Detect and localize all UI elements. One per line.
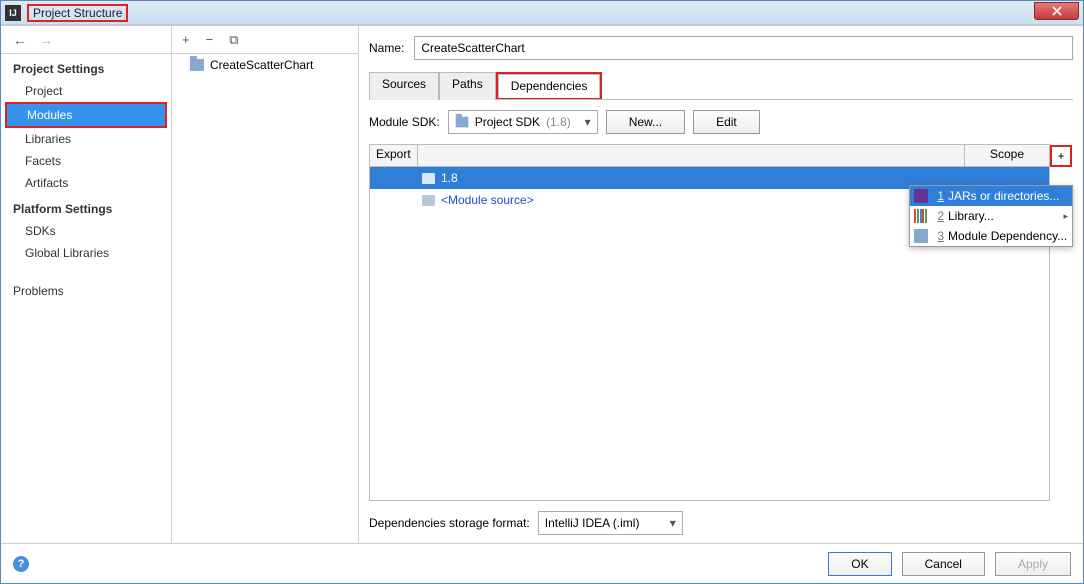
popup-item-label: JARs or directories... <box>948 189 1059 203</box>
add-module-icon[interactable]: + <box>182 32 190 47</box>
close-button[interactable] <box>1034 2 1079 20</box>
col-scope: Scope <box>964 145 1049 166</box>
popup-item-num: 3 <box>932 229 944 243</box>
module-tree-item-label: CreateScatterChart <box>210 58 313 72</box>
sidebar-section-project: Project Settings <box>1 54 171 80</box>
add-dependency-popup: 1 JARs or directories... 2 Library... ▸ … <box>909 185 1073 247</box>
folder-icon <box>455 117 468 128</box>
help-button[interactable]: ? <box>13 556 29 572</box>
submenu-arrow-icon: ▸ <box>1063 211 1068 222</box>
popup-item-num: 1 <box>932 189 944 203</box>
project-structure-window: IJ Project Structure ← → Project Setting… <box>0 0 1084 584</box>
storage-format-select[interactable]: IntelliJ IDEA (.iml) ▾ <box>538 511 683 535</box>
sidebar: ← → Project Settings Project Modules Lib… <box>1 26 172 543</box>
popup-item-num: 2 <box>932 209 944 223</box>
storage-label: Dependencies storage format: <box>369 516 530 530</box>
col-export: Export <box>370 145 418 166</box>
folder-icon <box>422 173 435 184</box>
storage-row: Dependencies storage format: IntelliJ ID… <box>369 501 1073 543</box>
apply-button[interactable]: Apply <box>995 552 1071 576</box>
sidebar-item-problems[interactable]: Problems <box>1 280 171 302</box>
sdk-row: Module SDK: Project SDK (1.8) ▾ New... E… <box>369 110 1073 134</box>
sidebar-item-modules[interactable]: Modules <box>7 104 165 126</box>
module-tree-panel: + − ⧉ CreateScatterChart <box>172 26 359 543</box>
sidebar-section-platform: Platform Settings <box>1 194 171 220</box>
dependencies-table-header: Export Scope <box>370 145 1049 167</box>
sdk-selected-suffix: (1.8) <box>546 115 571 129</box>
storage-value: IntelliJ IDEA (.iml) <box>545 516 640 530</box>
chevron-down-icon: ▾ <box>670 516 676 530</box>
sidebar-item-modules-highlight: Modules <box>5 102 167 128</box>
jars-icon <box>914 189 928 203</box>
plus-icon: + <box>1057 149 1064 163</box>
sdk-label: Module SDK: <box>369 115 440 129</box>
col-name <box>418 145 964 166</box>
module-detail-panel: Name: Sources Paths Dependencies Module … <box>359 26 1083 543</box>
folder-icon <box>422 195 435 206</box>
popup-item-library[interactable]: 2 Library... ▸ <box>910 206 1072 226</box>
app-icon: IJ <box>5 5 21 21</box>
sidebar-item-facets[interactable]: Facets <box>1 150 171 172</box>
close-icon <box>1052 6 1062 16</box>
name-label: Name: <box>369 41 404 55</box>
folder-icon <box>190 59 204 71</box>
module-icon <box>914 229 928 243</box>
forward-arrow-icon[interactable]: → <box>39 32 53 48</box>
module-tree-toolbar: + − ⧉ <box>172 26 358 54</box>
name-field[interactable] <box>414 36 1073 60</box>
sidebar-item-artifacts[interactable]: Artifacts <box>1 172 171 194</box>
back-arrow-icon[interactable]: ← <box>13 32 27 48</box>
nav-arrows: ← → <box>1 26 171 54</box>
dep-row-label: <Module source> <box>441 193 534 207</box>
remove-module-icon[interactable]: − <box>206 32 214 47</box>
sdk-new-button[interactable]: New... <box>606 110 685 134</box>
popup-item-label: Library... <box>948 209 994 223</box>
window-title-highlight: Project Structure <box>27 4 128 22</box>
sidebar-item-global-libraries[interactable]: Global Libraries <box>1 242 171 264</box>
sidebar-item-libraries[interactable]: Libraries <box>1 128 171 150</box>
sdk-selected-prefix: Project SDK <box>475 115 540 129</box>
tab-sources[interactable]: Sources <box>369 72 439 100</box>
sdk-edit-button[interactable]: Edit <box>693 110 760 134</box>
popup-item-label: Module Dependency... <box>948 229 1067 243</box>
copy-module-icon[interactable]: ⧉ <box>229 32 238 48</box>
title-bar: IJ Project Structure <box>1 1 1083 25</box>
popup-item-module-dependency[interactable]: 3 Module Dependency... <box>910 226 1072 246</box>
sidebar-item-project[interactable]: Project <box>1 80 171 102</box>
window-title: Project Structure <box>31 5 124 21</box>
tab-paths[interactable]: Paths <box>439 72 496 100</box>
content-area: ← → Project Settings Project Modules Lib… <box>1 25 1083 543</box>
library-icon <box>914 209 928 223</box>
dep-row-label: 1.8 <box>441 171 458 185</box>
add-dependency-button[interactable]: + <box>1050 145 1072 167</box>
tab-dependencies[interactable]: Dependencies <box>498 74 601 98</box>
name-row: Name: <box>369 36 1073 60</box>
chevron-down-icon: ▾ <box>585 115 591 129</box>
popup-item-jars[interactable]: 1 JARs or directories... <box>910 186 1072 206</box>
ok-button[interactable]: OK <box>828 552 891 576</box>
sdk-select[interactable]: Project SDK (1.8) ▾ <box>448 110 598 134</box>
tab-dependencies-highlight: Dependencies <box>496 72 603 99</box>
module-tree-item[interactable]: CreateScatterChart <box>172 54 358 76</box>
module-tabs: Sources Paths Dependencies <box>369 72 1073 100</box>
cancel-button[interactable]: Cancel <box>902 552 985 576</box>
button-bar: ? OK Cancel Apply <box>1 543 1083 583</box>
sidebar-item-sdks[interactable]: SDKs <box>1 220 171 242</box>
